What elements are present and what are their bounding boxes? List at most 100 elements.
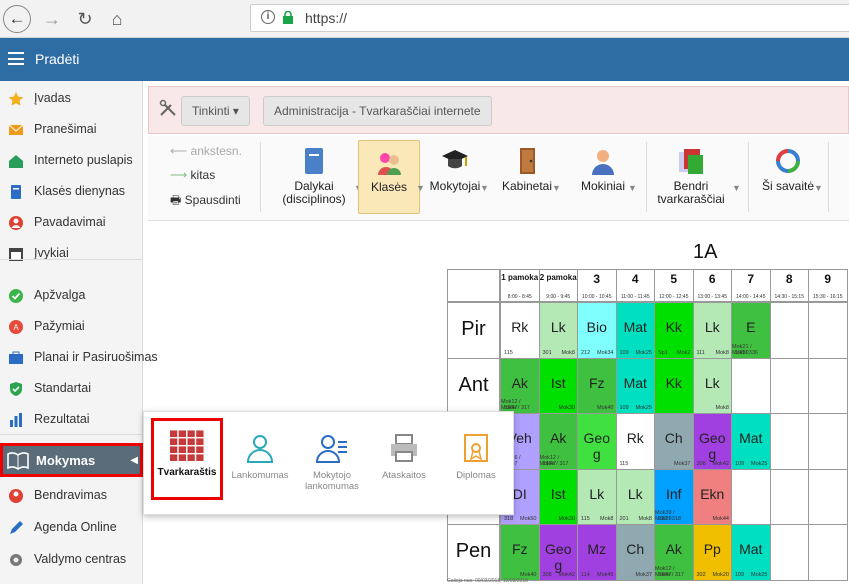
back-arrow-icon[interactable]: ← bbox=[3, 5, 31, 33]
sidebar-item-label: Pažymiai bbox=[34, 319, 85, 333]
lesson-cell[interactable]: Mat 109 Mok25 bbox=[615, 357, 655, 414]
period-time: 13:00 - 13:45 bbox=[697, 294, 727, 300]
lesson-cell[interactable]: Lk Mok8 bbox=[692, 357, 732, 414]
lesson-cell[interactable]: Geo g bbox=[577, 413, 617, 470]
dropdown-arrow-icon[interactable]: ▼ bbox=[480, 183, 489, 193]
customize-button[interactable]: Tinkinti ▾ bbox=[181, 96, 250, 126]
lesson-cell[interactable]: Ch Mok37 bbox=[654, 413, 694, 470]
sidebar-item-3[interactable]: Klasės dienynas bbox=[0, 176, 143, 207]
dropdown-arrow-icon[interactable]: ▼ bbox=[732, 183, 741, 193]
administration-button[interactable]: Administracija - Tvarkaraščiai internete bbox=[263, 96, 492, 126]
lesson-cell[interactable]: Fz Mok40 bbox=[500, 524, 540, 581]
lesson-cell[interactable]: Mat 109 Mok25 bbox=[615, 302, 655, 359]
info-icon[interactable]: i bbox=[261, 10, 275, 24]
dropdown-arrow-icon[interactable]: ▼ bbox=[814, 183, 823, 193]
lesson-cell[interactable]: Ekn Mok44 bbox=[692, 468, 732, 525]
hamburger-menu-icon[interactable] bbox=[8, 52, 24, 65]
lesson-cell[interactable] bbox=[808, 524, 848, 581]
submenu-item-0[interactable]: Tvarkaraštis bbox=[151, 418, 223, 500]
lesson-cell[interactable]: Mat 109 Mok25 bbox=[731, 524, 771, 581]
sidebar-item-9[interactable]: Standartai bbox=[0, 373, 143, 404]
lesson-cell[interactable]: Ak 318a / 317 Mok12 / Mok47 bbox=[654, 524, 694, 581]
sidebar-item-6[interactable]: Apžvalga bbox=[0, 280, 143, 311]
lesson-cell[interactable]: Lk 301 Mok8 bbox=[538, 302, 578, 359]
lesson-cell[interactable] bbox=[808, 357, 848, 414]
ribbon-button-3[interactable]: Kabinetai bbox=[498, 140, 556, 214]
lesson-cell[interactable]: Ist Mok30 bbox=[538, 357, 578, 414]
lesson-cell[interactable] bbox=[769, 357, 809, 414]
previous-link[interactable]: ⟵ ankstesn. bbox=[170, 144, 242, 158]
lesson-cell[interactable] bbox=[769, 524, 809, 581]
star-icon bbox=[8, 92, 24, 106]
lesson-cell[interactable]: E 108 / 336 Mok21 / Mok30 bbox=[731, 302, 771, 359]
lesson-subject: Ist bbox=[550, 374, 566, 391]
sidebar-item-10[interactable]: Rezultatai bbox=[0, 404, 143, 435]
dropdown-arrow-icon[interactable]: ▼ bbox=[416, 183, 425, 193]
sidebar-item-2[interactable]: Interneto puslapis bbox=[0, 145, 143, 176]
lesson-cell[interactable]: Kk Sp1 Mok2 bbox=[654, 302, 694, 359]
lesson-cell[interactable] bbox=[808, 413, 848, 470]
lesson-cell[interactable]: Inf 212 / 318 Mok39 / Mok29 bbox=[654, 468, 694, 525]
submenu-item-2[interactable]: Mokytojo lankomumas bbox=[296, 422, 368, 508]
ribbon-button-6[interactable]: Ši savaitė bbox=[758, 140, 818, 214]
submenu-item-4[interactable]: Diplomas bbox=[440, 422, 512, 508]
home-icon[interactable]: ⌂ bbox=[103, 5, 131, 33]
submenu-label: Diplomas bbox=[456, 470, 496, 481]
submenu-item-1[interactable]: Lankomumas bbox=[224, 422, 296, 508]
lesson-cell[interactable] bbox=[731, 468, 771, 525]
lesson-cell[interactable]: Ak 318a / 317 Mok12 / Mok47 bbox=[538, 413, 578, 470]
sidebar-item-8[interactable]: Planai ir Pasiruošimas bbox=[0, 342, 158, 373]
lesson-cell[interactable]: Mz 114 Mok45 bbox=[577, 524, 617, 581]
sidebar-item-7[interactable]: A Pažymiai bbox=[0, 311, 143, 342]
ribbon-button-0[interactable]: Dalykai (disciplinos) bbox=[270, 140, 358, 214]
reload-icon[interactable]: ↻ bbox=[71, 5, 99, 33]
lesson-cell[interactable]: Geo g 308 Mok42 bbox=[692, 413, 732, 470]
sidebar-bottom-item-2[interactable]: Valdymo centras bbox=[0, 544, 143, 575]
sidebar-item-1[interactable]: Pranešimai bbox=[0, 114, 143, 145]
lesson-teacher: Mok20 bbox=[712, 571, 729, 578]
lesson-cell[interactable]: Lk 201 Mok8 bbox=[615, 468, 655, 525]
sidebar-item-mokymas[interactable]: Mokymas ◀ bbox=[0, 443, 143, 477]
lesson-cell[interactable] bbox=[769, 302, 809, 359]
lesson-cell[interactable] bbox=[769, 413, 809, 470]
lesson-cell[interactable]: Kk bbox=[654, 357, 694, 414]
forward-arrow-icon[interactable]: → bbox=[38, 5, 66, 33]
lesson-room: 302 bbox=[696, 571, 706, 578]
sidebar-bottom-item-1[interactable]: Agenda Online bbox=[0, 512, 143, 543]
period-number: 4 bbox=[631, 272, 639, 286]
sidebar-item-4[interactable]: Pavadavimai bbox=[0, 207, 143, 238]
lesson-cell[interactable]: Rk 115 bbox=[615, 413, 655, 470]
lesson-cell[interactable]: Lk 115 Mok8 bbox=[577, 468, 617, 525]
lesson-cell[interactable]: Mat 109 Mok25 bbox=[731, 413, 771, 470]
lesson-cell[interactable]: Geo g 308 Mok42 bbox=[538, 524, 578, 581]
lesson-teacher: Mok44 bbox=[712, 516, 729, 522]
lesson-cell[interactable]: Pp 302 Mok20 bbox=[692, 524, 732, 581]
lesson-cell[interactable]: Ist Mok30 bbox=[538, 468, 578, 525]
sidebar-item-5[interactable]: Įvykiai bbox=[0, 238, 143, 269]
next-link[interactable]: ⟶ kitas bbox=[170, 168, 215, 182]
dropdown-arrow-icon[interactable]: ▼ bbox=[552, 183, 561, 193]
lesson-cell[interactable]: Ak 318a / 317 Mok12 / Mok47 bbox=[500, 357, 540, 414]
lesson-cell[interactable] bbox=[808, 302, 848, 359]
lesson-cell[interactable]: Fz Mok40 bbox=[577, 357, 617, 414]
ribbon-button-1[interactable]: Klasės bbox=[358, 140, 420, 214]
lesson-cell[interactable] bbox=[769, 468, 809, 525]
lesson-cell[interactable]: Bio 212 Mok34 bbox=[577, 302, 617, 359]
lesson-room: 115 bbox=[504, 349, 513, 356]
print-link[interactable]: 🖶 Spausdinti bbox=[170, 191, 241, 212]
ribbon-button-4[interactable]: Mokiniai bbox=[574, 140, 632, 214]
address-bar[interactable]: i https:// bbox=[250, 4, 849, 32]
sidebar-item-label: Apžvalga bbox=[34, 288, 86, 302]
dropdown-arrow-icon[interactable]: ▼ bbox=[628, 183, 637, 193]
submenu-item-3[interactable]: Ataskaitos bbox=[368, 422, 440, 508]
lesson-cell[interactable] bbox=[808, 468, 848, 525]
ribbon-button-2[interactable]: Mokytojai bbox=[426, 140, 484, 214]
lesson-cell[interactable]: Ch Mok37 bbox=[615, 524, 655, 581]
sidebar-bottom-item-0[interactable]: Bendravimas bbox=[0, 480, 143, 511]
teacher-attendance-icon bbox=[316, 435, 347, 463]
ribbon-button-5[interactable]: Bendri tvarkaraščiai bbox=[646, 140, 736, 214]
sidebar-item-0[interactable]: Įvadas bbox=[0, 83, 143, 114]
lesson-cell[interactable]: Rk 115 bbox=[500, 302, 540, 359]
lesson-cell[interactable]: Lk 111 Mok8 bbox=[692, 302, 732, 359]
lesson-cell[interactable] bbox=[731, 357, 771, 414]
